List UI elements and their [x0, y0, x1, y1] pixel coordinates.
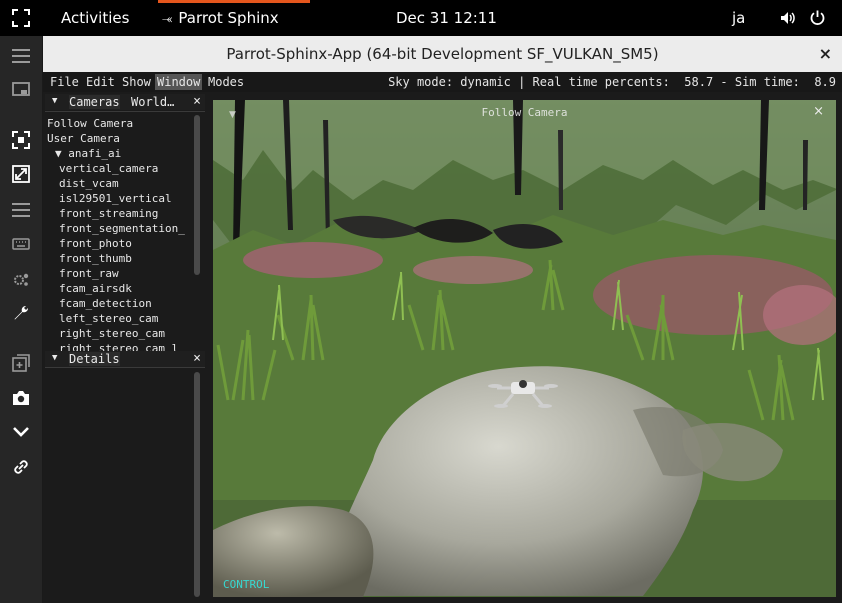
input-method-indicator[interactable]: ja: [732, 9, 745, 27]
forest-scene: [213, 100, 836, 597]
camera-viewport[interactable]: ▼ Follow Camera × CONTROL: [213, 100, 836, 597]
window-close-button[interactable]: ×: [819, 44, 832, 63]
sim-status: Sky mode: dynamic | Real time percents: …: [388, 75, 836, 89]
camera-list-item[interactable]: fcam_detection: [47, 296, 191, 311]
menu-show[interactable]: Show: [122, 75, 151, 89]
cameras-list: Follow Camera User Camera ▼ anafi_ai vertic…: [47, 116, 191, 381]
fullscreen-icon[interactable]: [0, 2, 42, 34]
menu-window[interactable]: Window: [155, 74, 203, 90]
cameras-panel-close-icon[interactable]: ×: [193, 94, 201, 109]
link-icon[interactable]: [0, 451, 42, 483]
keyboard-icon[interactable]: [0, 228, 42, 260]
camera-list-item[interactable]: Follow Camera: [47, 116, 191, 131]
list-icon[interactable]: [0, 194, 42, 226]
app-focus-indicator: [158, 0, 310, 3]
panel-collapse-icon[interactable]: ▼: [52, 96, 57, 106]
menu-bar: File Edit Show Window Modes Sky mode: dy…: [43, 72, 842, 92]
volume-icon[interactable]: [780, 10, 796, 30]
viewport-title: Follow Camera: [481, 106, 568, 119]
camera-list-item[interactable]: dist_vcam: [47, 176, 191, 191]
camera-list-item[interactable]: front_photo: [47, 236, 191, 251]
menu-file[interactable]: File: [50, 75, 79, 89]
camera-list-item[interactable]: vertical_camera: [47, 161, 191, 176]
viewport-control-label: CONTROL: [223, 578, 270, 591]
window-title: Parrot-Sphinx-App (64-bit Development SF…: [226, 45, 659, 63]
cameras-scrollbar[interactable]: [194, 115, 200, 275]
camera-list-item[interactable]: left_stereo_cam: [47, 311, 191, 326]
top-bar: Activities ⤛ Parrot Sphinx Dec 31 12:11 j…: [0, 0, 842, 36]
tab-details[interactable]: Details: [69, 352, 120, 366]
power-icon[interactable]: [809, 9, 826, 30]
window-icon[interactable]: [0, 74, 42, 106]
details-panel-close-icon[interactable]: ×: [193, 351, 201, 366]
camera-list-item[interactable]: front_thumb: [47, 251, 191, 266]
cameras-panel-tabbar: ▼ Cameras World… ×: [45, 94, 205, 110]
parrot-sphinx-icon: ⤛: [162, 12, 173, 27]
camera-icon[interactable]: [0, 382, 42, 414]
menu-edit[interactable]: Edit: [86, 75, 115, 89]
settings-icon[interactable]: [0, 264, 42, 296]
viewport-close-icon[interactable]: ×: [813, 104, 824, 119]
details-panel-tabbar: ▼ Details ×: [45, 351, 205, 367]
camera-list-item[interactable]: fcam_airsdk: [47, 281, 191, 296]
app-window: Parrot-Sphinx-App (64-bit Development SF…: [43, 36, 842, 603]
window-titlebar[interactable]: Parrot-Sphinx-App (64-bit Development SF…: [43, 36, 842, 72]
camera-list-item[interactable]: front_streaming: [47, 206, 191, 221]
chevron-down-icon[interactable]: [0, 416, 42, 448]
camera-list-item[interactable]: front_segmentation_: [47, 221, 191, 236]
focus-icon[interactable]: [0, 124, 42, 156]
tab-world[interactable]: World…: [131, 95, 174, 109]
app-menu-label: Parrot Sphinx: [178, 9, 279, 27]
details-scrollbar[interactable]: [194, 372, 200, 597]
camera-list-item[interactable]: isl29501_vertical: [47, 191, 191, 206]
camera-list-item[interactable]: front_raw: [47, 266, 191, 281]
details-collapse-icon[interactable]: ▼: [52, 353, 57, 363]
divider: [45, 367, 205, 368]
expand-icon[interactable]: [0, 158, 42, 190]
wrench-icon[interactable]: [0, 297, 42, 329]
menu-icon[interactable]: [0, 40, 42, 72]
app-menu-button[interactable]: ⤛ Parrot Sphinx: [162, 9, 279, 27]
camera-list-item[interactable]: right_stereo_cam: [47, 326, 191, 341]
camera-list-item[interactable]: ▼ anafi_ai: [47, 146, 191, 161]
divider: [45, 111, 205, 112]
menu-modes[interactable]: Modes: [208, 75, 244, 89]
tab-cameras[interactable]: Cameras: [69, 95, 120, 109]
clock[interactable]: Dec 31 12:11: [396, 9, 497, 27]
camera-list-item[interactable]: User Camera: [47, 131, 191, 146]
activities-button[interactable]: Activities: [61, 9, 129, 27]
add-window-icon[interactable]: [0, 347, 42, 379]
